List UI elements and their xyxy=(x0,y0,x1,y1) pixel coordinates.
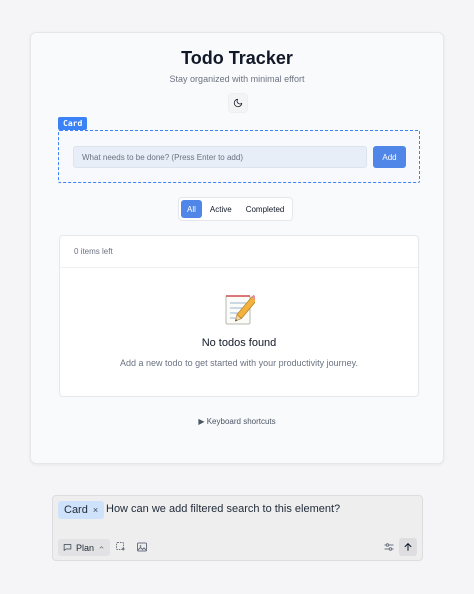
memo-icon xyxy=(225,294,255,325)
keyboard-shortcuts-toggle[interactable]: ▶ Keyboard shortcuts xyxy=(31,417,443,426)
chat-message-text[interactable]: How can we add filtered search to this e… xyxy=(106,503,340,515)
arrow-up-icon xyxy=(404,543,412,551)
chat-composer[interactable]: Card × How can we add filtered search to… xyxy=(52,495,423,561)
todo-list-card: 0 items left No todos found Add a new to… xyxy=(59,235,419,397)
theme-toggle-button[interactable] xyxy=(228,93,248,113)
add-button[interactable]: Add xyxy=(373,146,406,168)
empty-state-description: Add a new todo to get started with your … xyxy=(120,358,358,368)
items-left-count: 0 items left xyxy=(74,247,113,256)
send-button[interactable] xyxy=(399,538,417,556)
chat-icon xyxy=(63,544,72,551)
context-chip[interactable]: Card × xyxy=(58,501,105,519)
image-icon[interactable] xyxy=(136,541,148,553)
todo-input[interactable] xyxy=(73,146,367,168)
page-subtitle: Stay organized with minimal effort xyxy=(169,74,305,84)
page-title: Todo Tracker xyxy=(181,48,293,68)
filter-all-button[interactable]: All xyxy=(181,200,202,218)
filter-tabs: All Active Completed xyxy=(178,197,294,221)
divider xyxy=(60,267,418,268)
chevron-up-icon xyxy=(99,546,104,549)
filter-active-button[interactable]: Active xyxy=(204,200,238,218)
context-chip-label: Card xyxy=(64,504,88,516)
sliders-icon[interactable] xyxy=(383,541,395,553)
filter-completed-button[interactable]: Completed xyxy=(240,200,291,218)
select-element-icon[interactable] xyxy=(115,541,127,553)
moon-icon xyxy=(233,98,243,108)
plan-mode-button[interactable]: Plan xyxy=(58,539,111,556)
card-element-tag: Card xyxy=(58,117,88,130)
todo-app-card: Todo Tracker Stay organized with minimal… xyxy=(30,32,444,464)
empty-state-title: No todos found xyxy=(201,337,277,349)
triangle-right-icon: ▶ xyxy=(198,417,205,426)
close-icon[interactable]: × xyxy=(93,505,98,515)
add-todo-card[interactable]: Add xyxy=(58,130,420,183)
keyboard-shortcuts-label: Keyboard shortcuts xyxy=(206,417,276,426)
plan-mode-label: Plan xyxy=(76,542,95,553)
